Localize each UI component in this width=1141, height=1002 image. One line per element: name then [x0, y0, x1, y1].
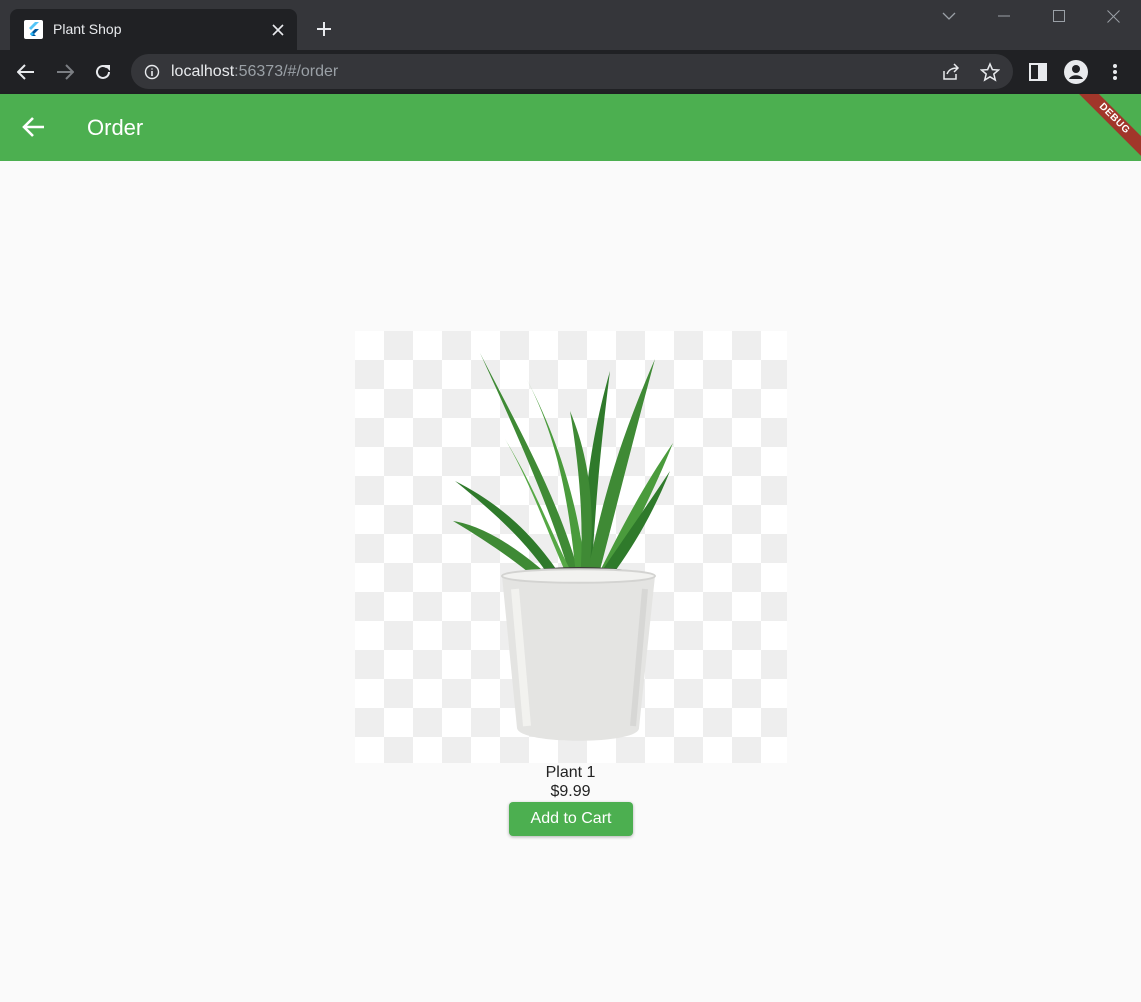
maximize-icon[interactable]: [1048, 5, 1070, 27]
info-icon[interactable]: [140, 60, 164, 84]
product-price: $9.99: [550, 783, 591, 800]
share-icon[interactable]: [939, 60, 963, 84]
window-close-icon[interactable]: [1102, 5, 1124, 27]
add-to-cart-button[interactable]: Add to Cart: [509, 802, 633, 836]
browser-titlebar: Plant Shop: [0, 0, 1141, 50]
flutter-icon: [24, 20, 43, 39]
tab-title: Plant Shop: [53, 21, 122, 37]
bookmark-star-icon[interactable]: [978, 60, 1002, 84]
url-text[interactable]: localhost:56373/#/order: [171, 63, 338, 81]
url-host: localhost: [171, 63, 235, 80]
new-tab-icon[interactable]: [312, 17, 336, 41]
page-title: Order: [87, 115, 144, 140]
browser-tab[interactable]: Plant Shop: [10, 9, 297, 50]
product-name: Plant 1: [545, 764, 596, 781]
minimize-icon[interactable]: [993, 5, 1015, 27]
reload-icon[interactable]: [90, 59, 116, 85]
side-panel-icon[interactable]: [1025, 59, 1051, 85]
arrow-back-icon[interactable]: [18, 111, 50, 143]
kebab-menu-icon[interactable]: [1102, 59, 1128, 85]
close-icon[interactable]: [268, 20, 288, 40]
app-bar: Order DEBUG: [0, 94, 1141, 161]
address-bar[interactable]: localhost:56373/#/order: [131, 54, 1013, 89]
forward-icon[interactable]: [52, 59, 78, 85]
url-path: :56373/#/order: [234, 63, 339, 80]
browser-toolbar: localhost:56373/#/order: [0, 50, 1141, 94]
plant-pot-image: [355, 331, 787, 763]
profile-icon[interactable]: [1063, 59, 1089, 85]
back-icon[interactable]: [13, 59, 39, 85]
debug-banner: DEBUG: [1070, 94, 1141, 161]
chevron-down-icon[interactable]: [938, 5, 960, 27]
